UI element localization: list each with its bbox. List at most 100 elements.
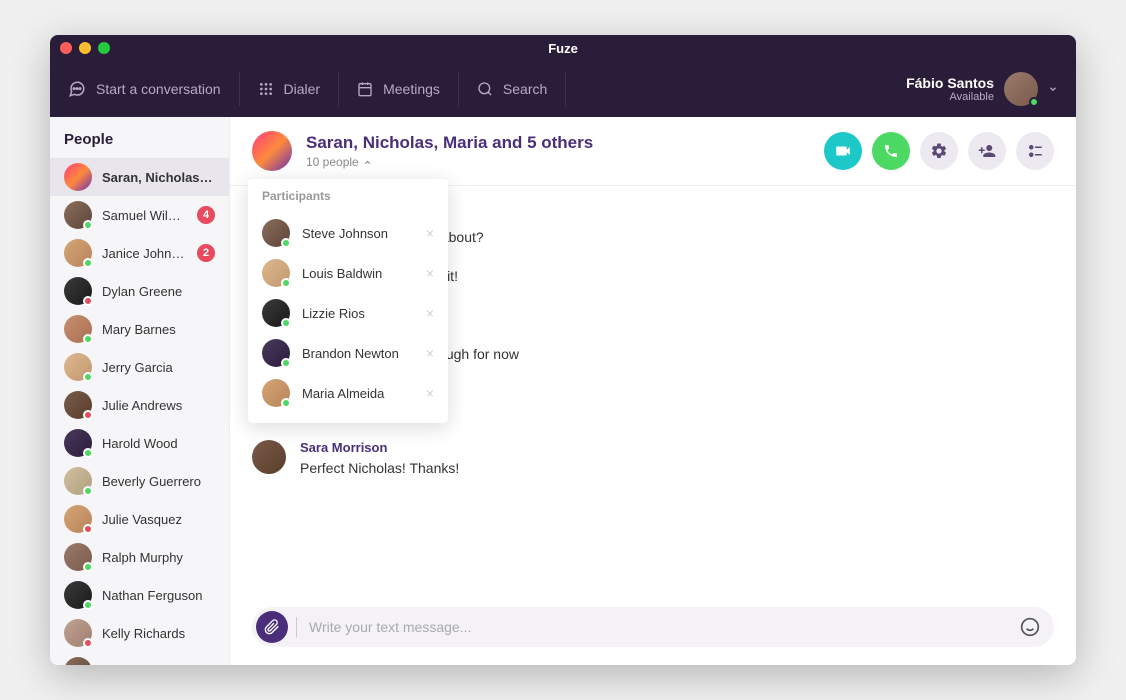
avatar: [64, 581, 92, 609]
maximize-window-button[interactable]: [98, 42, 110, 54]
sidebar-item[interactable]: Ralph Lauren: [50, 652, 229, 665]
message-input[interactable]: [296, 617, 1020, 637]
presence-indicator: [281, 358, 291, 368]
audio-call-button[interactable]: [872, 132, 910, 170]
toolbar-label: Dialer: [284, 81, 321, 97]
search-button[interactable]: Search: [459, 72, 566, 106]
message: Sara Morrison Perfect Nicholas! Thanks!: [252, 440, 1054, 479]
sidebar-list[interactable]: Saran, Nicholas, M...Samuel Wilson4Janic…: [50, 158, 229, 665]
sidebar-item[interactable]: Janice Johnston 2: [50, 234, 229, 272]
participant-row: Maria Almeida ×: [262, 373, 438, 413]
avatar: [252, 440, 286, 474]
presence-indicator: [83, 486, 93, 496]
toolbar-label: Meetings: [383, 81, 440, 97]
person-add-icon: [978, 142, 996, 160]
message-sender: Sara Morrison: [300, 440, 1054, 455]
current-user-menu[interactable]: Fábio Santos Available: [906, 72, 1058, 106]
attach-button[interactable]: [256, 611, 288, 643]
app-toolbar: Start a conversation Dialer Meetings Sea…: [50, 61, 1076, 117]
close-window-button[interactable]: [60, 42, 72, 54]
remove-participant-button[interactable]: ×: [422, 265, 438, 281]
unread-badge: 4: [197, 206, 215, 224]
remove-participant-button[interactable]: ×: [422, 305, 438, 321]
presence-indicator: [281, 278, 291, 288]
participant-name: Maria Almeida: [302, 386, 410, 401]
presence-indicator: [83, 296, 93, 306]
current-user-name: Fábio Santos: [906, 75, 994, 91]
message-text: Perfect Nicholas! Thanks!: [300, 458, 1054, 479]
sidebar-item-label: Beverly Guerrero: [102, 474, 215, 489]
sidebar-item[interactable]: Julie Andrews: [50, 386, 229, 424]
unread-badge: 2: [197, 244, 215, 262]
participant-name: Lizzie Rios: [302, 306, 410, 321]
meetings-button[interactable]: Meetings: [339, 72, 459, 106]
remove-participant-button[interactable]: ×: [422, 225, 438, 241]
add-person-button[interactable]: [968, 132, 1006, 170]
sidebar-item[interactable]: Julie Vasquez: [50, 500, 229, 538]
window-titlebar: Fuze: [50, 35, 1076, 61]
start-conversation-button[interactable]: Start a conversation: [68, 72, 240, 106]
minimize-window-button[interactable]: [79, 42, 91, 54]
participants-list[interactable]: Steve Johnson×Louis Baldwin×Lizzie Rios×…: [262, 213, 444, 413]
sidebar-item[interactable]: Jerry Garcia: [50, 348, 229, 386]
presence-indicator: [1029, 97, 1039, 107]
app-window: Fuze Start a conversation Dialer Meeting…: [50, 35, 1076, 665]
sidebar-item-label: Dylan Greene: [102, 284, 215, 299]
sidebar-item-label: Julie Andrews: [102, 398, 215, 413]
sidebar-item[interactable]: Nathan Ferguson: [50, 576, 229, 614]
emoji-button[interactable]: [1020, 617, 1040, 637]
sidebar-item[interactable]: Ralph Murphy: [50, 538, 229, 576]
presence-indicator: [83, 600, 93, 610]
sidebar-item-label: Ralph Lauren: [102, 664, 215, 666]
sidebar-item[interactable]: Harold Wood: [50, 424, 229, 462]
chevron-up-icon: [363, 158, 372, 167]
avatar: [64, 277, 92, 305]
sidebar-item-label: Kelly Richards: [102, 626, 215, 641]
members-list-button[interactable]: [1016, 132, 1054, 170]
avatar: [262, 259, 290, 287]
remove-participant-button[interactable]: ×: [422, 345, 438, 361]
settings-button[interactable]: [920, 132, 958, 170]
avatar: [262, 219, 290, 247]
window-title: Fuze: [548, 41, 578, 56]
presence-indicator: [83, 220, 93, 230]
remove-participant-button[interactable]: ×: [422, 385, 438, 401]
sidebar-item[interactable]: Dylan Greene: [50, 272, 229, 310]
people-sidebar: People Saran, Nicholas, M...Samuel Wilso…: [50, 117, 230, 665]
sidebar-item-label: Harold Wood: [102, 436, 215, 451]
sidebar-item-label: Jerry Garcia: [102, 360, 215, 375]
people-count-toggle[interactable]: 10 people: [306, 155, 593, 169]
dialer-button[interactable]: Dialer: [240, 72, 340, 106]
toolbar-label: Search: [503, 81, 547, 97]
participants-popover: Participants Steve Johnson×Louis Baldwin…: [248, 179, 448, 423]
presence-indicator: [83, 562, 93, 572]
avatar: [64, 619, 92, 647]
sidebar-item[interactable]: Samuel Wilson4: [50, 196, 229, 234]
avatar: [64, 429, 92, 457]
presence-indicator: [281, 238, 291, 248]
sidebar-item[interactable]: Kelly Richards: [50, 614, 229, 652]
sidebar-item-label: Janice Johnston: [102, 246, 187, 261]
sidebar-item[interactable]: Beverly Guerrero: [50, 462, 229, 500]
presence-indicator: [83, 524, 93, 534]
toolbar-label: Start a conversation: [96, 81, 221, 97]
sidebar-title: People: [50, 117, 229, 158]
current-user-status: Available: [906, 91, 994, 103]
sidebar-item[interactable]: Saran, Nicholas, M...: [50, 158, 229, 196]
participant-row: Lizzie Rios ×: [262, 293, 438, 333]
avatar: [262, 379, 290, 407]
avatar: [64, 239, 92, 267]
sidebar-item-label: Julie Vasquez: [102, 512, 215, 527]
chevron-down-icon: [1048, 84, 1058, 94]
dialpad-icon: [258, 81, 274, 97]
participant-name: Brandon Newton: [302, 346, 410, 361]
sidebar-item-label: Nathan Ferguson: [102, 588, 215, 603]
video-call-button[interactable]: [824, 132, 862, 170]
participant-row: Steve Johnson×: [262, 213, 438, 253]
gear-icon: [930, 142, 948, 160]
avatar: [64, 353, 92, 381]
chat-icon: [68, 80, 86, 98]
sidebar-item[interactable]: Mary Barnes: [50, 310, 229, 348]
sidebar-item-label: Mary Barnes: [102, 322, 215, 337]
calendar-icon: [357, 81, 373, 97]
